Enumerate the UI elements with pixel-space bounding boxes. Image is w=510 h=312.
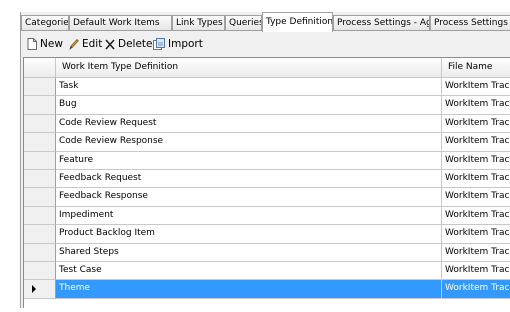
file-name-cell[interactable]: WorkItem Tracking\TypeDefinitions\Bug.xm… [442, 96, 510, 115]
new-button-label: New [40, 38, 63, 50]
table-row[interactable]: Code Review RequestWorkItem Tracking\Typ… [24, 114, 510, 134]
table-row[interactable]: Product Backlog ItemWorkItem Tracking\Ty… [24, 225, 510, 244]
type-definition-cell[interactable]: Impediment [56, 206, 442, 226]
table-row[interactable]: Test CaseWorkItem Tracking\TypeDefinitio… [24, 262, 510, 281]
column-header-type-definition[interactable]: Work Item Type Definition [56, 58, 442, 78]
file-name-cell[interactable]: WorkItem Tracking\TypeDefinitions\CodeRe… [442, 133, 510, 152]
file-name-cell[interactable]: WorkItem Tracking\TypeDefinitions\Shared… [442, 244, 510, 262]
import-icon [153, 38, 165, 50]
toolbar: New Edit Delete Import [21, 31, 510, 57]
type-definition-cell[interactable]: Bug [56, 96, 442, 115]
new-button[interactable]: New [27, 37, 63, 51]
row-selector[interactable] [24, 78, 56, 97]
table-row[interactable]: BugWorkItem Tracking\TypeDefinitions\Bug… [24, 96, 510, 115]
tab-type-definitions[interactable]: Type Definitions [262, 12, 333, 32]
table-row[interactable]: FeatureWorkItem Tracking\TypeDefinitions… [24, 151, 510, 170]
table-row[interactable]: Shared StepsWorkItem Tracking\TypeDefini… [24, 243, 510, 262]
row-selector[interactable] [24, 206, 56, 226]
table-row[interactable]: Feedback ResponseWorkItem Tracking\TypeD… [24, 188, 510, 207]
file-name-cell[interactable]: WorkItem Tracking\TypeDefinitions\TestCa… [442, 262, 510, 281]
tab-process-settings-common[interactable]: Process Settings - Common [430, 15, 510, 30]
pencil-icon [69, 38, 79, 50]
column-header-file-name[interactable]: File Name [442, 58, 510, 78]
file-name-cell[interactable]: WorkItem Tracking\TypeDefinitions\Featur… [442, 152, 510, 170]
close-x-icon [105, 38, 115, 50]
row-selector-header [24, 58, 56, 78]
tab-queries[interactable]: Queries [225, 15, 262, 30]
type-definitions-grid: Work Item Type Definition File Name Task… [23, 57, 510, 308]
file-name-cell[interactable]: WorkItem Tracking\TypeDefinitions\Task.x… [442, 78, 510, 97]
tab-strip: Categories Default Work Items Link Types… [21, 12, 510, 32]
file-name-cell[interactable]: WorkItem Tracking\TypeDefinitions\Impedi… [442, 207, 510, 226]
type-definition-cell[interactable]: Shared Steps [56, 243, 442, 262]
file-name-cell[interactable]: WorkItem Tracking\TypeDefinitions\CodeRe… [442, 115, 510, 134]
row-selector[interactable] [24, 280, 56, 299]
import-button[interactable]: Import [153, 37, 203, 51]
tab-process-settings-agile[interactable]: Process Settings - Agile [333, 15, 430, 30]
row-selector[interactable] [24, 262, 56, 281]
grid-header: Work Item Type Definition File Name [24, 58, 510, 78]
type-definition-cell[interactable]: Feature [56, 151, 442, 170]
row-selector[interactable] [24, 96, 56, 115]
import-button-label: Import [168, 38, 203, 50]
table-row[interactable]: TaskWorkItem Tracking\TypeDefinitions\Ta… [24, 78, 510, 97]
type-definition-cell[interactable]: Code Review Request [56, 114, 442, 134]
row-selector[interactable] [24, 133, 56, 152]
file-name-cell[interactable]: WorkItem Tracking\TypeDefinitions\Produc… [442, 225, 510, 244]
type-definition-cell[interactable]: Feedback Response [56, 188, 442, 207]
row-selector[interactable] [24, 225, 56, 244]
type-definition-cell[interactable]: Product Backlog Item [56, 225, 442, 244]
table-row[interactable]: ThemeWorkItem Tracking\TypeDefinitions\T… [24, 280, 510, 299]
type-definition-cell[interactable]: Code Review Response [56, 133, 442, 152]
type-definition-cell[interactable]: Theme [56, 280, 442, 299]
row-selector[interactable] [24, 114, 56, 134]
delete-button-label: Delete [118, 38, 153, 50]
row-selector[interactable] [24, 151, 56, 170]
table-row[interactable]: Feedback RequestWorkItem Tracking\TypeDe… [24, 170, 510, 189]
current-row-arrow-icon [32, 285, 36, 294]
type-definition-cell[interactable]: Task [56, 78, 442, 97]
process-template-editor: Categories Default Work Items Link Types… [20, 12, 510, 308]
new-document-icon [27, 38, 37, 50]
file-name-cell[interactable]: WorkItem Tracking\TypeDefinitions\Theme.… [442, 280, 510, 299]
row-selector[interactable] [24, 188, 56, 207]
tab-default-work-items[interactable]: Default Work Items [69, 15, 172, 30]
edit-button[interactable]: Edit [69, 37, 102, 51]
edit-button-label: Edit [82, 38, 103, 50]
file-name-cell[interactable]: WorkItem Tracking\TypeDefinitions\Feedba… [442, 188, 510, 207]
row-selector[interactable] [24, 170, 56, 189]
tab-link-types[interactable]: Link Types [172, 15, 225, 30]
type-definition-cell[interactable]: Test Case [56, 262, 442, 281]
row-selector[interactable] [24, 243, 56, 262]
tab-categories[interactable]: Categories [21, 15, 69, 30]
delete-button[interactable]: Delete [105, 37, 153, 51]
file-name-cell[interactable]: WorkItem Tracking\TypeDefinitions\Feedba… [442, 170, 510, 189]
type-definition-cell[interactable]: Feedback Request [56, 170, 442, 189]
table-row[interactable]: Code Review ResponseWorkItem Tracking\Ty… [24, 133, 510, 152]
table-row[interactable]: ImpedimentWorkItem Tracking\TypeDefiniti… [24, 206, 510, 226]
